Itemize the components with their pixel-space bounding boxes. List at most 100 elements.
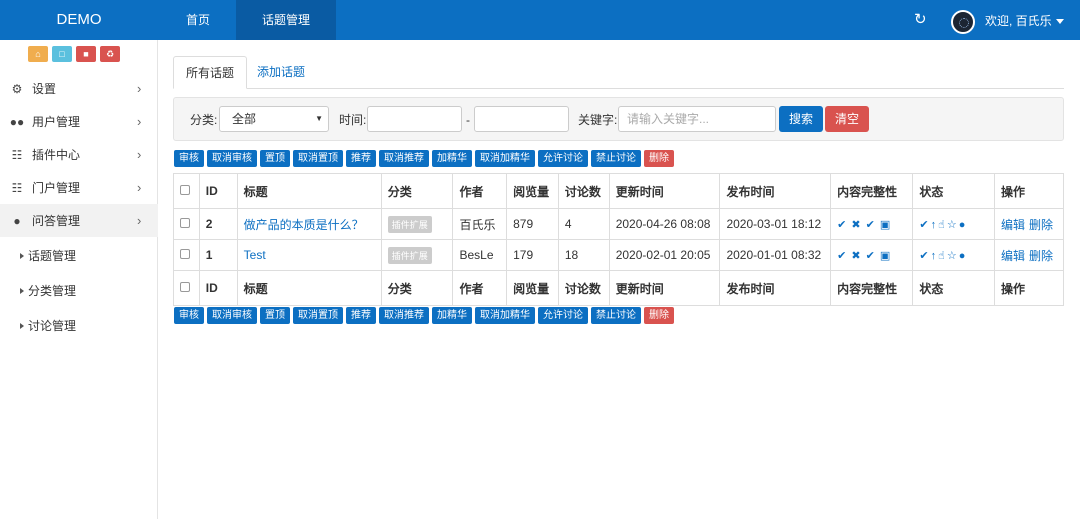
unfeature-button[interactable]: 取消加精华	[475, 150, 535, 167]
tab-add-topic[interactable]: 添加话题	[245, 56, 317, 89]
cell-views: 879	[506, 208, 559, 240]
arrow-up-icon: ↑	[930, 250, 937, 262]
feature-button[interactable]: 加精华	[432, 307, 472, 324]
recycle-icon[interactable]: ♻	[100, 46, 120, 62]
date-range-separator: -	[466, 113, 470, 127]
brand-logo[interactable]: DEMO	[0, 0, 158, 40]
unapprove-button[interactable]: 取消审核	[207, 307, 257, 324]
topic-title-link[interactable]: 做产品的本质是什么？	[244, 218, 364, 232]
cell-author: BesLe	[452, 239, 508, 271]
sidebar-item-label: 门户管理	[32, 181, 81, 195]
sidebar-item-label: 用户管理	[32, 115, 81, 129]
select-all-checkbox[interactable]	[180, 185, 190, 195]
search-button[interactable]: 搜索	[779, 106, 823, 132]
chevron-right-icon: ›	[137, 147, 142, 162]
cell-integrity: ✔ ✖ ✔ ▣	[830, 208, 914, 240]
approve-button[interactable]: 审核	[174, 307, 204, 324]
col-views: 阅览量	[506, 270, 559, 306]
unpin-button[interactable]: 取消置顶	[293, 150, 343, 167]
sidebar-item-settings[interactable]: ⚙ 设置 ›	[0, 72, 158, 105]
cell-id: 1	[198, 239, 238, 271]
trash-icon[interactable]: ■	[76, 46, 96, 62]
row-select-cell	[173, 208, 200, 240]
recommend-button[interactable]: 推荐	[346, 150, 376, 167]
col-category: 分类	[380, 270, 454, 306]
col-status: 状态	[912, 270, 995, 306]
edit-link[interactable]: 编辑	[1001, 218, 1025, 232]
sidebar-subitem-categories[interactable]: 分类管理	[0, 273, 158, 308]
arrow-up-icon: ↑	[930, 219, 937, 231]
refresh-icon[interactable]: ↻	[914, 12, 932, 28]
home-icon[interactable]: ⌂	[28, 46, 48, 62]
sidebar-item-label: 插件中心	[32, 148, 81, 162]
cell-title: 做产品的本质是什么？	[236, 208, 382, 240]
avatar[interactable]	[951, 10, 975, 34]
nav-topic-management[interactable]: 话题管理	[236, 0, 337, 40]
grid-icon: ☷	[11, 180, 23, 195]
clear-button[interactable]: 清空	[825, 106, 869, 132]
sidebar-item-plugins[interactable]: ☷ 插件中心 ›	[0, 138, 158, 171]
col-comments: 讨论数	[557, 270, 610, 306]
delete-button[interactable]: 删除	[644, 150, 674, 167]
pin-button[interactable]: 置顶	[260, 150, 290, 167]
delete-link[interactable]: 删除	[1029, 218, 1053, 232]
check-icon: ✔	[919, 250, 929, 262]
category-select-value: 全部	[232, 112, 257, 126]
category-badge: 插件扩展	[387, 246, 432, 264]
cell-views: 179	[506, 239, 559, 271]
approve-button[interactable]: 审核	[174, 150, 204, 167]
times-icon: ✖	[851, 250, 861, 262]
allow-discussion-button[interactable]: 允许讨论	[538, 150, 588, 167]
chevron-right-icon: ›	[137, 114, 142, 129]
topic-title-link[interactable]: Test	[244, 248, 266, 262]
select-all-checkbox[interactable]	[180, 282, 190, 292]
recommend-button[interactable]: 推荐	[346, 307, 376, 324]
col-published: 发布时间	[719, 270, 832, 306]
delete-link[interactable]: 删除	[1029, 249, 1053, 263]
allow-discussion-button[interactable]: 允许讨论	[538, 307, 588, 324]
delete-button[interactable]: 删除	[644, 307, 674, 324]
unpin-button[interactable]: 取消置顶	[293, 307, 343, 324]
pin-button[interactable]: 置顶	[260, 307, 290, 324]
col-author: 作者	[452, 270, 508, 306]
unrecommend-button[interactable]: 取消推荐	[379, 307, 429, 324]
edit-link[interactable]: 编辑	[1001, 249, 1025, 263]
keyword-label: 关键字:	[578, 113, 618, 127]
sidebar-item-users[interactable]: ●● 用户管理 ›	[0, 105, 158, 138]
wechat-icon: ●	[13, 213, 21, 228]
cell-integrity: ✔ ✖ ✔ ▣	[830, 239, 914, 271]
file-icon[interactable]: □	[52, 46, 72, 62]
sidebar-subitem-topics[interactable]: 话题管理	[0, 238, 158, 273]
sidebar-item-portal[interactable]: ☷ 门户管理 ›	[0, 171, 158, 204]
feature-button[interactable]: 加精华	[432, 150, 472, 167]
col-actions: 操作	[993, 270, 1065, 306]
keyword-input[interactable]: 请输入关键字...	[618, 106, 776, 132]
sidebar-item-qa[interactable]: ● 问答管理 ›	[0, 204, 158, 237]
row-checkbox[interactable]	[180, 218, 190, 228]
image-icon: ▣	[879, 219, 891, 231]
unapprove-button[interactable]: 取消审核	[207, 150, 257, 167]
end-date-input[interactable]	[474, 106, 569, 132]
forbid-discussion-button[interactable]: 禁止讨论	[591, 150, 641, 167]
start-date-input[interactable]	[367, 106, 462, 132]
image-icon: ▣	[879, 250, 891, 262]
table-header-row: ID 标题 分类 作者 阅览量 讨论数 更新时间 发布时间 内容完整性 状态 操…	[173, 173, 1065, 209]
unfeature-button[interactable]: 取消加精华	[475, 307, 535, 324]
sidebar-subitem-label: 话题管理	[28, 249, 77, 263]
gears-icon: ⚙	[11, 81, 23, 96]
table-row: 1 Test 插件扩展 BesLe 179 18 2020-02-01 20:0…	[173, 239, 1065, 271]
category-select[interactable]: 全部 ▼	[219, 106, 329, 132]
cell-comments: 18	[557, 239, 610, 271]
tab-all-topics[interactable]: 所有话题	[173, 56, 248, 89]
unrecommend-button[interactable]: 取消推荐	[379, 150, 429, 167]
cell-category: 插件扩展	[380, 239, 454, 271]
check-icon: ✔	[865, 250, 875, 262]
chevron-down-icon: ▼	[315, 114, 323, 123]
forbid-discussion-button[interactable]: 禁止讨论	[591, 307, 641, 324]
cell-updated: 2020-04-26 08:08	[608, 208, 721, 240]
nav-home[interactable]: 首页	[160, 0, 236, 40]
user-menu[interactable]: 欢迎, 百氏乐	[985, 0, 1064, 40]
sidebar-subitem-discussions[interactable]: 讨论管理	[0, 308, 158, 343]
row-checkbox[interactable]	[180, 249, 190, 259]
comment-icon: ●	[958, 219, 966, 231]
